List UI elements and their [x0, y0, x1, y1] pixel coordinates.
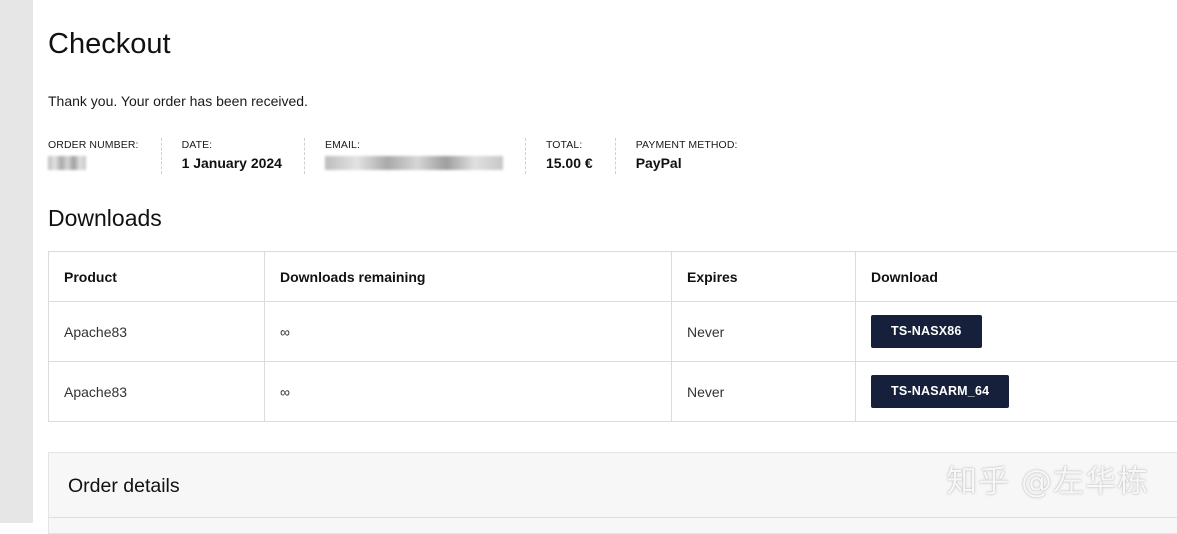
- download-button-nasx86[interactable]: TS-NASX86: [871, 315, 982, 348]
- downloads-table: Product Downloads remaining Expires Down…: [48, 251, 1177, 422]
- payment-method-value: PayPal: [636, 155, 738, 171]
- download-cell: TS-NASARM_64: [856, 362, 1177, 422]
- order-details-divider: [49, 517, 1177, 518]
- order-total-label: TOTAL:: [546, 139, 593, 151]
- header-download: Download: [856, 252, 1177, 302]
- order-details-title: Order details: [68, 475, 180, 498]
- header-expires: Expires: [672, 252, 856, 302]
- order-overview: ORDER NUMBER: DATE: 1 January 2024 EMAIL…: [48, 138, 780, 174]
- order-total-item: TOTAL: 15.00 €: [546, 138, 616, 174]
- payment-method-item: PAYMENT METHOD: PayPal: [636, 138, 760, 174]
- expires-cell: Never: [672, 362, 856, 422]
- order-date-value: 1 January 2024: [182, 155, 282, 171]
- product-cell: Apache83: [49, 362, 265, 422]
- order-received-message: Thank you. Your order has been received.: [48, 93, 308, 109]
- order-number-item: ORDER NUMBER:: [48, 138, 162, 174]
- table-row: Apache83 ∞ Never TS-NASX86: [49, 302, 1177, 362]
- downloads-remaining-cell: ∞: [265, 302, 672, 362]
- watermark: 知乎 @左华栋: [946, 456, 1149, 501]
- downloads-title: Downloads: [48, 205, 162, 232]
- order-number-label: ORDER NUMBER:: [48, 139, 139, 151]
- left-rail: [0, 0, 33, 523]
- order-email-redacted: [325, 156, 503, 170]
- page-title: Checkout: [48, 28, 171, 61]
- order-email-item: EMAIL:: [325, 138, 526, 174]
- table-row: Apache83 ∞ Never TS-NASARM_64: [49, 362, 1177, 422]
- downloads-header-row: Product Downloads remaining Expires Down…: [49, 252, 1177, 302]
- product-cell: Apache83: [49, 302, 265, 362]
- order-date-label: DATE:: [182, 139, 282, 151]
- order-email-label: EMAIL:: [325, 139, 503, 151]
- downloads-remaining-cell: ∞: [265, 362, 672, 422]
- header-product: Product: [49, 252, 265, 302]
- download-button-nasarm64[interactable]: TS-NASARM_64: [871, 375, 1009, 408]
- payment-method-label: PAYMENT METHOD:: [636, 139, 738, 151]
- order-number-redacted: [48, 156, 86, 170]
- header-downloads-remaining: Downloads remaining: [265, 252, 672, 302]
- download-cell: TS-NASX86: [856, 302, 1177, 362]
- expires-cell: Never: [672, 302, 856, 362]
- order-total-value: 15.00 €: [546, 155, 593, 171]
- order-date-item: DATE: 1 January 2024: [182, 138, 305, 174]
